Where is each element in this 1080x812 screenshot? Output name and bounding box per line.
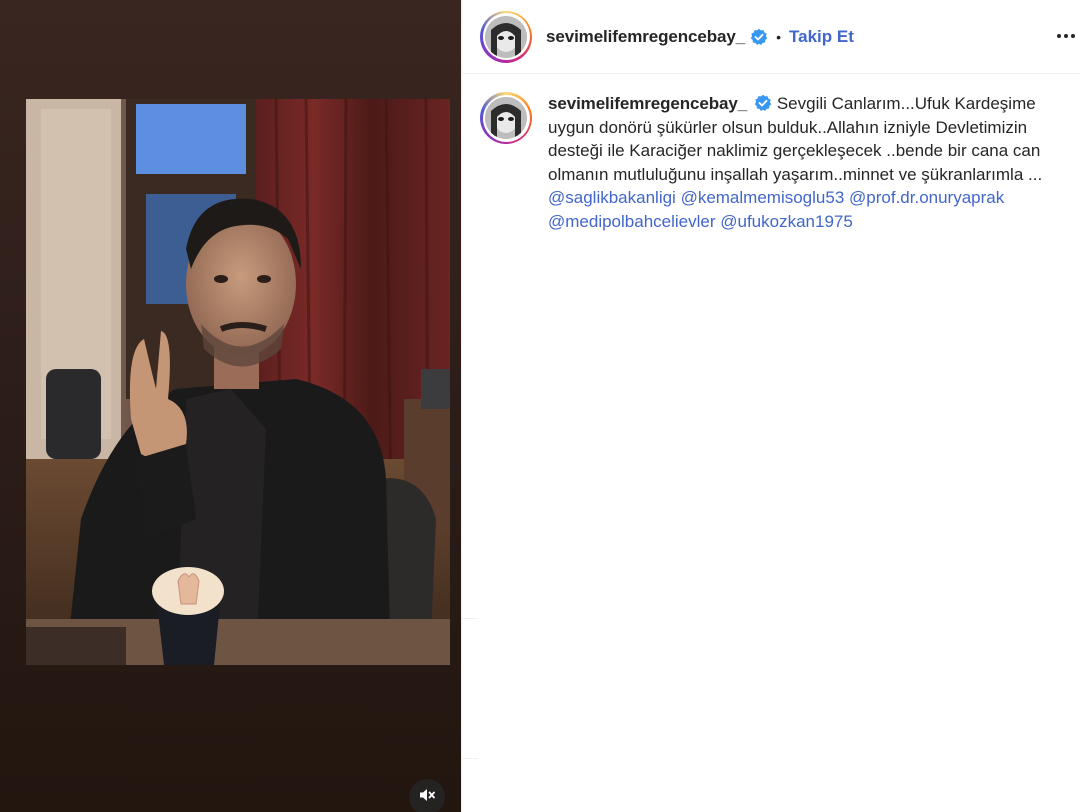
post-photo-image (26, 99, 450, 665)
mention-link[interactable]: @saglikbakanligi (548, 188, 676, 207)
mention-link[interactable]: @medipolbahcelievler (548, 212, 716, 231)
speaker-muted-icon (419, 788, 435, 807)
caption-avatar[interactable] (480, 92, 532, 144)
mention-link[interactable]: @kemalmemisoglu53 (681, 188, 845, 207)
header-user: sevimelifemregencebay_ • Takip Et (546, 27, 854, 47)
profile-picture-icon (485, 15, 527, 58)
divider (462, 618, 478, 619)
mention-link[interactable]: @prof.dr.onuryaprak (849, 188, 1004, 207)
post-header: sevimelifemregencebay_ • Takip Et (462, 0, 1080, 74)
post-photo[interactable] (26, 99, 450, 665)
verified-badge-icon (754, 94, 772, 112)
more-options-icon[interactable] (1052, 24, 1080, 48)
divider (462, 758, 478, 759)
caption-block: sevimelifemregencebay_ Sevgili Canlarım.… (462, 74, 1080, 244)
post-side-pane: sevimelifemregencebay_ • Takip Et sevime… (461, 0, 1080, 812)
profile-picture-icon (485, 97, 527, 139)
header-username[interactable]: sevimelifemregencebay_ (546, 27, 745, 47)
header-separator: • (776, 28, 781, 45)
caption-text: sevimelifemregencebay_ Sevgili Canlarım.… (548, 92, 1062, 244)
mention-link[interactable]: @ufukozkan1975 (720, 212, 853, 231)
avatar[interactable] (480, 10, 532, 63)
media-pane (0, 0, 461, 812)
mute-button[interactable] (409, 779, 445, 812)
caption-username[interactable]: sevimelifemregencebay_ (548, 94, 747, 113)
follow-button[interactable]: Takip Et (789, 27, 854, 47)
verified-badge-icon (750, 28, 768, 46)
